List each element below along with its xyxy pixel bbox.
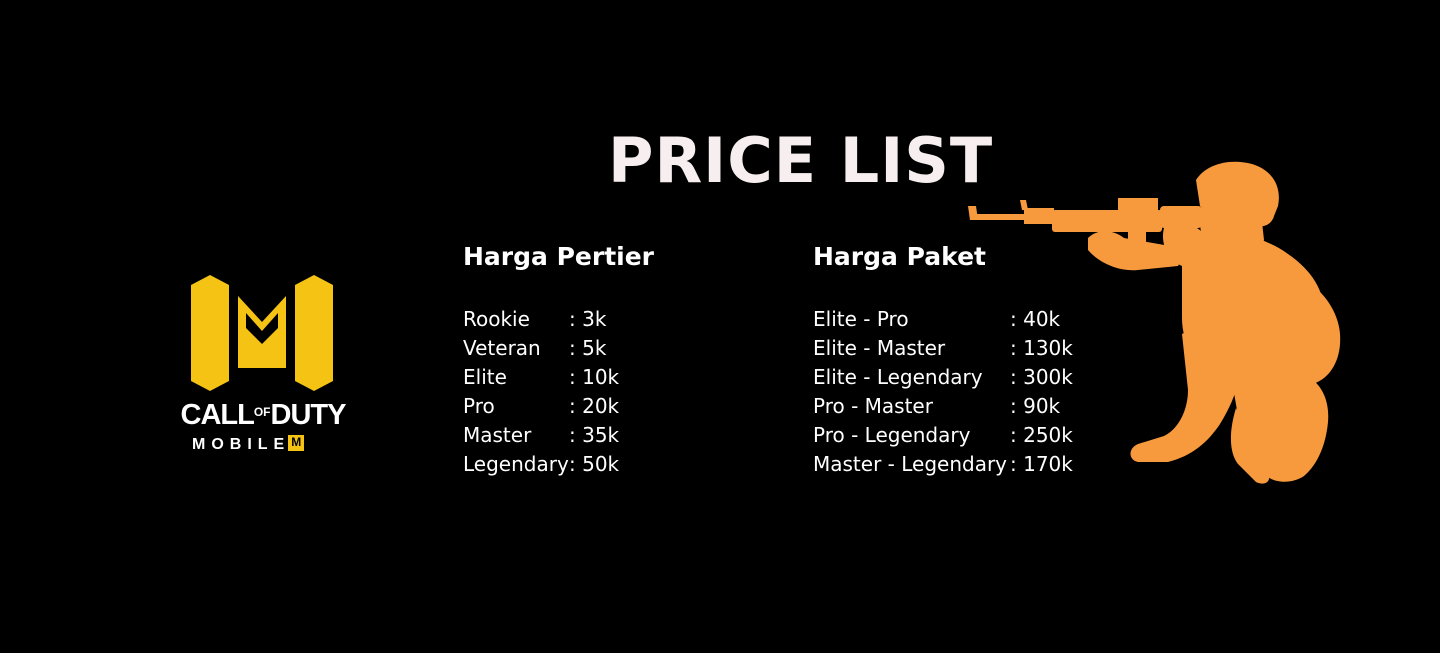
logo-title: CALLOFDUTY [180,399,347,431]
tier-row-veteran: Veteran : 5k [463,334,654,363]
page-title: PRICE LIST [608,124,994,197]
package-row: Elite - Pro: 40k [813,305,1060,334]
tier-heading: Harga Pertier [463,242,655,271]
tier-price: : 5k [569,336,607,360]
tier-name: Master [463,423,532,447]
call-of-duty-mobile-logo: CALLOFDUTY MOBILE [178,268,348,468]
tier-price-list: Rookie : 3k Veteran : 5k Elite : 10k Pro : 2… [463,305,654,479]
tier-name: Pro [463,394,495,418]
tier-price: : 35k [569,423,620,447]
tier-price: : 3k [569,307,607,331]
tier-price: : 50k [569,452,620,476]
tier-row-elite: Elite : 10k [463,363,654,392]
m-badge-icon [288,435,305,451]
tier-row-pro: Pro : 20k [463,392,654,421]
tier-name: Rookie [463,307,530,331]
package-row: Pro - Master: 90k [813,392,1060,421]
package-heading: Harga Paket [813,242,986,271]
cod-m-emblem-icon [191,275,333,391]
package-row: Pro - Legendary: 250k [813,421,1073,450]
tier-name: Elite [463,365,507,389]
tier-row-master: Master : 35k [463,421,654,450]
tier-row-rookie: Rookie : 3k [463,305,654,334]
tier-row-legendary: Legendary: 50k [463,450,654,479]
package-price-list: Elite - Pro: 40k Elite - Master: 130k El… [813,305,1073,479]
tier-price: : 10k [569,365,620,389]
logo-subtitle: MOBILE [192,435,305,453]
package-row: Elite - Master: 130k [813,334,1073,363]
package-price-section: Harga Paket Elite - Pro: 40k Elite - Mas… [813,242,1073,479]
tier-price: : 20k [569,394,620,418]
tier-price-section: Harga Pertier Rookie : 3k Veteran : 5k Eli… [463,242,654,479]
package-name: Elite - Legendary [813,365,983,389]
package-name: Elite - Master [813,336,946,360]
package-name: Elite - Pro [813,307,909,331]
package-name: Pro - Legendary [813,423,971,447]
soldier-silhouette-icon [968,161,1341,484]
tier-name: Legendary [463,452,569,476]
package-row: Elite - Legendary: 300k [813,363,1073,392]
package-row: Master - Legendary: 170k [813,450,1073,479]
tier-name: Veteran [463,336,541,360]
package-name: Pro - Master [813,394,933,418]
